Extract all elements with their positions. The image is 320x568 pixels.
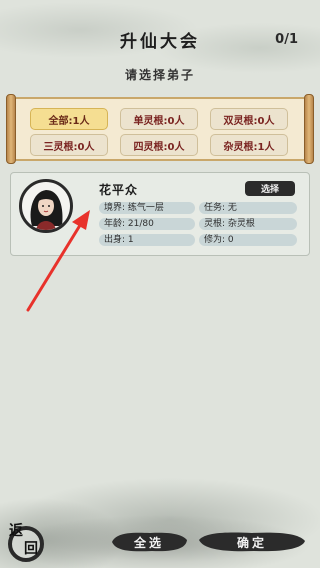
select-all-button[interactable]: 全选	[110, 530, 188, 554]
confirm-button[interactable]: 确定	[198, 530, 306, 554]
annotation-arrow-icon	[26, 210, 90, 312]
back-label-char1: 返	[9, 523, 23, 539]
select-all-label: 全选	[133, 535, 164, 550]
back-button[interactable]: 返 回	[6, 520, 46, 562]
back-label-char2: 回	[24, 541, 38, 557]
confirm-label: 确定	[236, 535, 267, 550]
